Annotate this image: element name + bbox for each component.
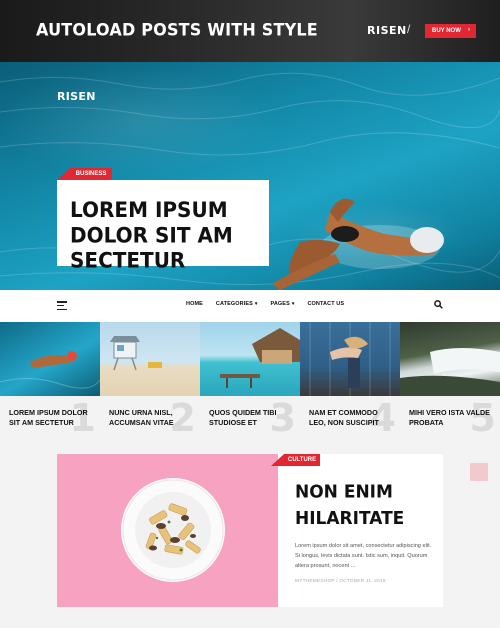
post-thumbnail[interactable] (100, 322, 200, 396)
top-banner: AUTOLOAD POSTS WITH STYLE RISEN / BUY NO… (0, 0, 500, 62)
nav-item-pages[interactable]: PAGES ▾ (271, 301, 295, 307)
post-caption[interactable]: LOREM IPSUM DOLOR SIT AM SECTETUR 1 (0, 396, 100, 444)
hero-headline[interactable]: LOREM IPSUM DOLOR SIT AM SECTETUR (70, 197, 260, 273)
post-caption[interactable]: MIHI VERO ISTA VALDE PROBATA 5 (400, 396, 500, 444)
scroll-to-top-button[interactable] (470, 463, 488, 481)
post-thumbnail[interactable] (200, 322, 300, 396)
nav-item-label: CONTACT US (307, 301, 345, 307)
hero-section: RISEN BUSINESS LOREM IPSUM DOLOR SIT AM … (0, 62, 500, 290)
featured-title[interactable]: NON ENIM HILARITATE (295, 480, 425, 533)
swimmer-image (0, 351, 100, 389)
main-navigation: HOME CATEGORIES ▾ PAGES ▾ CONTACT US (0, 290, 500, 322)
post-thumbnail[interactable] (300, 322, 400, 396)
brand-separator: / (407, 22, 411, 36)
featured-post: CULTURE NON ENIM HILARITATE Lorem ipsum … (57, 454, 443, 607)
nav-item-home[interactable]: HOME (186, 301, 203, 307)
nav-menu: HOME CATEGORIES ▾ PAGES ▾ CONTACT US (186, 301, 344, 307)
post-title[interactable]: QUOS QUIDEM TIBI STUDIOSE ET (209, 408, 293, 427)
category-badge[interactable]: BUSINESS (70, 168, 112, 180)
tag-fold (271, 454, 284, 466)
post-thumbnail[interactable] (0, 322, 100, 396)
overwater-bungalow-image (220, 328, 300, 388)
post-title[interactable]: MIHI VERO ISTA VALDE PROBATA (409, 408, 493, 427)
lifeguard-tower-image (110, 336, 162, 371)
post-thumbnails (0, 322, 500, 396)
nav-item-label: PAGES (270, 301, 290, 307)
post-title[interactable]: LOREM IPSUM DOLOR SIT AM SECTETUR (9, 408, 93, 427)
post-caption[interactable]: NUNC URNA NISL, ACCUMSAN VITAE 2 (100, 396, 200, 444)
category-badge[interactable]: CULTURE (284, 454, 320, 466)
nav-item-label: CATEGORIES (215, 301, 253, 307)
menu-icon[interactable] (57, 301, 67, 310)
swimmer-figure (272, 198, 444, 290)
post-caption[interactable]: QUOS QUIDEM TIBI STUDIOSE ET 3 (200, 396, 300, 444)
featured-meta: MYTHEMESHOP / OCTOBER 11, 2018 (295, 579, 386, 584)
couple-image (309, 322, 391, 396)
post-captions: LOREM IPSUM DOLOR SIT AM SECTETUR 1 NUNC… (0, 396, 500, 444)
banner-title: AUTOLOAD POSTS WITH STYLE (36, 19, 318, 40)
featured-image[interactable] (57, 454, 278, 607)
buy-now-button[interactable]: BUY NOW › (425, 24, 476, 38)
chevron-right-icon: › (468, 27, 470, 33)
caret-down-icon: ▾ (291, 301, 295, 307)
tag-fold (57, 168, 70, 180)
pasta-plate-image (121, 478, 225, 582)
buy-now-label: BUY NOW (432, 28, 461, 34)
nav-item-label: HOME (186, 301, 203, 307)
search-icon[interactable] (434, 300, 443, 309)
caret-down-icon: ▾ (254, 301, 258, 307)
site-logo[interactable]: RISEN (57, 90, 96, 103)
featured-excerpt: Lorem ipsum dolor sit amet, consectetur … (295, 543, 432, 569)
post-title[interactable]: NUNC URNA NISL, ACCUMSAN VITAE (109, 408, 193, 427)
post-title[interactable]: NAM ET COMMODO LEO, NON SUSCIPIT (309, 408, 393, 427)
waterfall-image (400, 348, 500, 396)
post-caption[interactable]: NAM ET COMMODO LEO, NON SUSCIPIT 4 (300, 396, 400, 444)
nav-item-contact[interactable]: CONTACT US (307, 301, 344, 307)
brand-link[interactable]: RISEN (367, 24, 407, 37)
post-thumbnail[interactable] (400, 322, 500, 396)
nav-item-categories[interactable]: CATEGORIES ▾ (216, 301, 258, 307)
